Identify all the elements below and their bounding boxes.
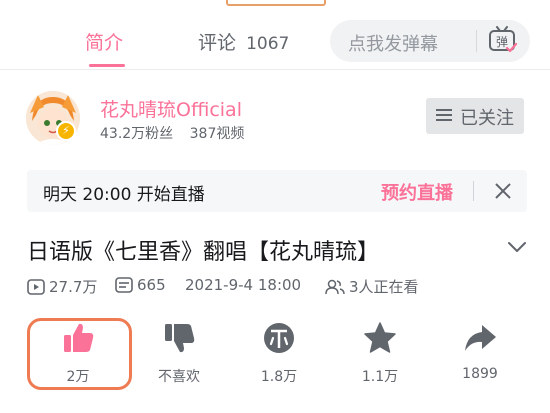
publish-date: 2021-9-4 18:00 — [185, 276, 302, 294]
favorite-count: 1.1万 — [361, 369, 399, 385]
tab-intro[interactable]: 简介 — [85, 28, 123, 55]
tab-bar: 简介 评论 1067 点我发弹幕 弹 — [0, 12, 550, 70]
live-schedule-text: 明天 20:00 开始直播 — [43, 185, 205, 205]
play-count-icon — [27, 278, 45, 295]
dislike-button[interactable]: 不喜欢 — [129, 318, 229, 398]
like-button[interactable]: 2万 — [28, 318, 128, 398]
tab-comments-label: 评论 — [198, 32, 237, 54]
uploader-videos: 387视频 — [189, 126, 245, 142]
danmaku-divider — [476, 30, 477, 52]
danmaku-toggle-glyph: 弹 — [496, 35, 508, 49]
uploader-name[interactable]: 花丸晴琉Official — [100, 95, 242, 122]
coin-count: 1.8万 — [260, 369, 298, 385]
danmaku-count-icon — [115, 277, 133, 293]
tab-indicator — [89, 64, 125, 67]
favorite-button[interactable]: 1.1万 — [330, 318, 430, 398]
uploader-fans: 43.2万粉丝 — [100, 126, 174, 142]
follow-button-label: 已关注 — [460, 108, 514, 129]
live-reminder-banner: 明天 20:00 开始直播 预约直播 — [27, 170, 527, 212]
follow-button[interactable]: 已关注 — [426, 98, 524, 134]
coin-icon — [264, 323, 294, 353]
danmaku-placeholder: 点我发弹幕 — [348, 34, 438, 55]
watching-count: 3人正在看 — [349, 278, 419, 296]
star-icon — [364, 322, 396, 353]
uploader-section: ⚡ 花丸晴琉Official 43.2万粉丝 387视频 已关注 — [0, 85, 550, 155]
share-button[interactable]: 1899 — [430, 318, 530, 398]
top-decoration — [0, 0, 550, 10]
share-count: 1899 — [462, 366, 498, 382]
people-icon — [325, 279, 345, 294]
danmaku-count: 665 — [137, 276, 166, 294]
action-bar: 2万 不喜欢 1.8万 1.1万 1899 — [0, 318, 550, 398]
like-count: 2万 — [66, 369, 90, 385]
menu-icon — [436, 109, 452, 121]
tab-comments-count: 1067 — [246, 34, 290, 54]
danmaku-input[interactable]: 点我发弹幕 弹 — [330, 20, 530, 62]
meta-plays: 27.7万 — [27, 276, 97, 297]
tab-comments[interactable]: 评论 1067 — [198, 28, 289, 55]
meta-watching: 3人正在看 — [325, 276, 419, 297]
thumbs-down-icon — [165, 324, 195, 353]
uploader-stats: 43.2万粉丝 387视频 — [100, 123, 244, 143]
chevron-down-icon[interactable] — [506, 240, 528, 254]
play-count: 27.7万 — [49, 278, 98, 296]
share-arrow-icon — [465, 325, 496, 351]
meta-danmaku: 665 — [115, 276, 166, 294]
live-divider — [473, 181, 474, 201]
dislike-label: 不喜欢 — [158, 369, 200, 385]
thumbs-up-icon — [64, 323, 94, 352]
video-title: 日语版《七里香》翻唱【花丸晴琉】 — [27, 240, 380, 265]
danmaku-toggle-icon[interactable]: 弹 — [488, 26, 518, 54]
coin-button[interactable]: 1.8万 — [229, 318, 329, 398]
close-icon[interactable] — [493, 181, 513, 201]
verified-badge-icon: ⚡ — [56, 121, 76, 141]
meta-date: 2021-9-4 18:00 — [185, 276, 301, 294]
reserve-live-button[interactable]: 预约直播 — [381, 179, 453, 205]
